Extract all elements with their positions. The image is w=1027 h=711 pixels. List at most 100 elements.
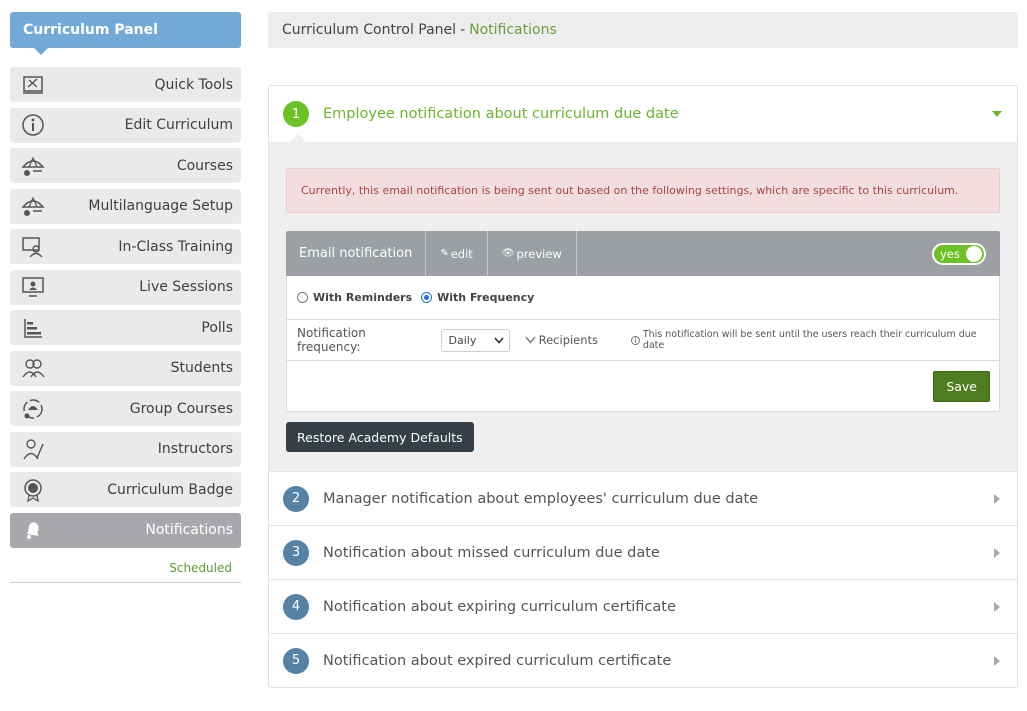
sidebar-item-label: Courses [176,157,233,174]
step-number: 2 [283,485,309,512]
sidebar-item-label: Live Sessions [139,279,233,295]
sidebar-item-in-class-training[interactable]: In-Class Training [10,229,241,264]
accordion-title: Employee notification about curriculum d… [323,106,679,122]
step-number: 3 [283,539,309,566]
caret-right-icon[interactable] [991,601,1003,613]
sidebar-item-live-sessions[interactable]: Live Sessions [10,269,241,305]
accordion-header-2[interactable]: 2 Manager notification about employees' … [269,471,1017,525]
accordion-header-4[interactable]: 4 Notification about expiring curriculum… [269,579,1017,633]
accordion-title: Notification about expired curriculum ce… [323,652,672,669]
sidebar-divider [10,582,241,583]
save-row: Save [287,361,999,411]
with-frequency-label: With Frequency [437,291,535,304]
edit-button[interactable]: ✎ edit [426,231,488,276]
sidebar-item-label: Quick Tools [154,76,233,93]
accordion-header-5[interactable]: 5 Notification about expired curriculum … [269,633,1017,687]
accordion-title: Notification about expiring curriculum c… [323,598,676,615]
sidebar-item-polls[interactable]: Polls [10,310,241,345]
caret-right-icon[interactable] [991,493,1003,505]
chevron-down-icon [494,336,504,344]
sidebar-menu: Quick Tools Edit Curriculum Courses Mult… [10,67,241,548]
accordion-header-3[interactable]: 3 Notification about missed curriculum d… [269,525,1017,579]
sidebar-item-notifications[interactable]: Notifications [10,512,241,548]
breadcrumb-current: Notifications [469,22,557,38]
toggle-knob [966,245,982,262]
frequency-label: Notification frequency: [297,326,366,354]
with-frequency-radio[interactable] [421,292,433,303]
step-number: 4 [283,593,309,620]
caret-right-icon[interactable] [991,655,1003,667]
sidebar-item-quick-tools[interactable]: Quick Tools [10,67,241,102]
toggle-label: yes [940,246,960,261]
sidebar-item-label: Edit Curriculum [124,117,233,133]
email-notification-label: Email notification [286,231,427,276]
bar-spacer [577,231,932,276]
polls-icon [19,314,47,342]
preview-button[interactable]: 👁 preview [488,231,577,276]
sidebar-item-group-courses[interactable]: Group Courses [10,391,241,426]
accordion-body-1: Currently, this email notification is be… [269,142,1017,471]
frequency-row: Notification frequency: Daily Recipients… [287,320,999,361]
notifications-accordion: 1 Employee notification about curriculum… [268,85,1018,688]
sidebar-item-students[interactable]: Students [10,350,241,386]
sidebar-item-label: Notifications [145,522,233,538]
sidebar-item-label: Students [170,360,233,376]
quick-tools-icon [19,71,47,99]
sidebar-item-multilanguage-setup[interactable]: Multilanguage Setup [10,188,241,224]
sidebar-item-label: Multilanguage Setup [88,198,233,214]
restore-defaults-button[interactable]: Restore Academy Defaults [286,422,474,452]
with-frequency-option[interactable]: With Frequency [421,291,534,304]
sidebar-item-edit-curriculum[interactable]: Edit Curriculum [10,107,241,143]
bell-icon [19,516,47,544]
step-number: 5 [283,647,309,674]
breadcrumb: Curriculum Control Panel - Notifications [268,12,1018,48]
step-number: 1 [283,101,309,127]
breadcrumb-root[interactable]: Curriculum Control Panel [282,22,456,38]
notification-settings-panel: With Reminders With Frequency Notificati… [286,276,1000,412]
with-reminders-label: With Reminders [313,291,413,304]
frequency-value: Daily [448,333,477,347]
with-reminders-radio[interactable] [297,292,308,303]
settings-alert: Currently, this email notification is be… [286,168,1000,213]
info-icon: i [631,335,640,345]
multilanguage-icon [19,192,47,220]
pencil-icon: ✎ [440,248,449,259]
eye-icon: 👁 [501,248,515,259]
chevron-down-icon [525,333,536,347]
with-reminders-option[interactable]: With Reminders [297,291,412,304]
instructor-icon [19,435,47,463]
sidebar-item-instructors[interactable]: Instructors [10,431,241,467]
preview-label: preview [516,246,562,261]
save-button[interactable]: Save [933,370,990,402]
email-notification-bar: Email notification ✎ edit 👁 preview yes [286,231,1000,276]
frequency-select[interactable]: Daily [440,328,510,352]
caret-down-icon[interactable] [991,108,1003,120]
recipients-toggle[interactable]: Recipients [525,333,598,347]
sidebar-item-label: Group Courses [129,400,233,417]
reminder-mode-row: With Reminders With Frequency [287,276,999,320]
sidebar: Curriculum Panel Quick Tools Edit Curric… [10,12,241,583]
sidebar-title: Curriculum Panel [10,12,241,55]
sidebar-item-label: In-Class Training [118,238,233,255]
group-courses-icon [19,395,47,423]
accordion-title: Notification about missed curriculum due… [323,544,660,561]
recipients-label: Recipients [538,333,599,347]
courses-icon [19,152,47,180]
sidebar-sublink-scheduled[interactable]: Scheduled [10,553,241,582]
sidebar-item-courses[interactable]: Courses [10,148,241,183]
main-content: Curriculum Control Panel - Notifications… [268,12,1018,688]
frequency-hint-text: This notification will be sent until the… [642,329,977,351]
classroom-icon [19,233,47,261]
edit-label: edit [450,246,473,261]
live-session-icon [19,273,47,301]
enable-toggle[interactable]: yes [932,242,986,265]
caret-right-icon[interactable] [991,547,1003,559]
sidebar-item-label: Instructors [157,441,233,457]
sidebar-item-label: Polls [201,319,233,336]
badge-icon [19,476,47,504]
sidebar-item-curriculum-badge[interactable]: Curriculum Badge [10,472,241,507]
students-icon [19,354,47,382]
sidebar-item-label: Curriculum Badge [107,481,233,498]
frequency-hint: i This notification will be sent until t… [631,329,989,351]
accordion-header-1[interactable]: 1 Employee notification about curriculum… [269,86,1017,143]
